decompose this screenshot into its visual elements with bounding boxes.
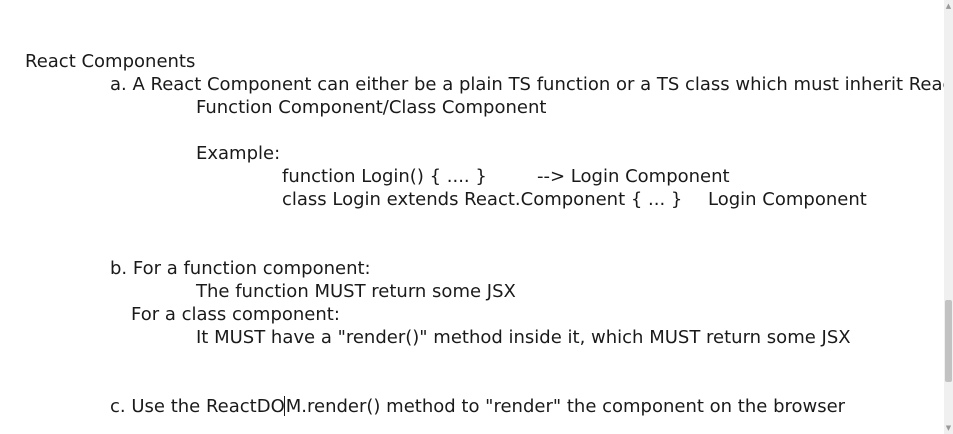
point-c-text-end: M.render() method to "render" the compon… <box>285 396 846 417</box>
point-a-text: a. A React Component can either be a pla… <box>110 74 944 95</box>
point-a-subtext: Function Component/Class Component <box>196 97 547 118</box>
point-b-function-rule: The function MUST return some JSX <box>196 281 516 302</box>
chevron-up-icon[interactable]: ▲ <box>944 2 953 10</box>
section-heading: React Components <box>25 51 196 72</box>
point-b-class-rule: It MUST have a "render()" method inside … <box>196 327 851 348</box>
document-body[interactable]: React Components a. A React Component ca… <box>0 0 944 434</box>
point-b-class-label: For a class component: <box>131 304 340 325</box>
chevron-down-icon[interactable]: ▼ <box>944 424 953 432</box>
example-class-code: class Login extends React.Component { ..… <box>282 189 683 210</box>
point-c-text-start: c. Use the ReactDO <box>110 396 285 417</box>
example-function-result: --> Login Component <box>537 166 730 187</box>
text-cursor <box>283 396 285 416</box>
example-function-code: function Login() { .... } <box>282 166 487 187</box>
scrollbar-thumb[interactable] <box>945 300 952 382</box>
example-label: Example: <box>196 143 281 164</box>
point-b-text: b. For a function component: <box>110 258 371 279</box>
vertical-scrollbar[interactable]: ▲ ▼ <box>944 0 953 434</box>
point-c-text: c. Use the ReactDOM.render() method to "… <box>110 396 845 418</box>
example-class-result: Login Component <box>708 189 867 210</box>
